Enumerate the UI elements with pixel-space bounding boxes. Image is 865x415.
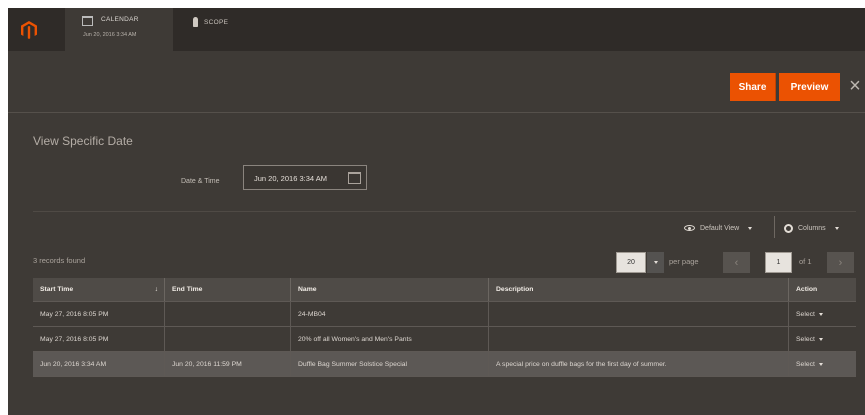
default-view-label: Default View — [700, 224, 740, 232]
toolbar-divider — [774, 216, 775, 238]
sort-arrow-icon: ↓ — [154, 286, 158, 293]
columns-label: Columns — [798, 224, 826, 232]
datetime-label: Date & Time — [181, 178, 220, 185]
close-icon[interactable]: × — [846, 76, 864, 96]
select-label: Select — [796, 360, 815, 368]
tab-scope[interactable]: SCOPE — [193, 17, 228, 27]
columns-dropdown[interactable]: Columns — [784, 218, 839, 238]
per-page-value[interactable]: 20 — [616, 252, 646, 273]
staging-preview-panel: CALENDAR Jun 20, 2016 3:34 AM SCOPE Shar… — [8, 8, 865, 415]
pin-icon — [193, 17, 198, 27]
cell-name: 20% off all Women's and Men's Pants — [291, 327, 489, 351]
column-end-time[interactable]: End Time — [165, 278, 291, 301]
page-number-input[interactable]: 1 — [765, 252, 792, 273]
calendar-picker-icon[interactable] — [348, 172, 361, 184]
datetime-input[interactable]: Jun 20, 2016 3:34 AM — [243, 165, 367, 190]
chevron-down-icon — [834, 226, 839, 230]
preview-button[interactable]: Preview — [779, 73, 840, 101]
default-view-dropdown[interactable]: Default View — [684, 218, 753, 238]
chevron-down-icon — [818, 362, 823, 366]
table-row: Jun 20, 2016 3:34 AM Jun 20, 2016 11:59 … — [33, 352, 856, 377]
top-bar: CALENDAR Jun 20, 2016 3:34 AM SCOPE — [8, 8, 865, 51]
tab-calendar-label: CALENDAR — [101, 16, 139, 23]
table-row: May 27, 2016 8:05 PM 20% off all Women's… — [33, 327, 856, 352]
divider — [33, 211, 856, 212]
cell-end-time — [165, 327, 291, 351]
gear-icon — [784, 223, 793, 233]
cell-name: 24-MB04 — [291, 302, 489, 326]
calendar-icon — [82, 16, 93, 26]
action-bar: Share Preview × — [8, 51, 865, 113]
cell-description: A special price on duffle bags for the f… — [489, 352, 789, 376]
share-button[interactable]: Share — [730, 73, 776, 101]
cell-start-time: Jun 20, 2016 3:34 AM — [33, 352, 165, 376]
column-description[interactable]: Description — [489, 278, 789, 301]
column-name[interactable]: Name — [291, 278, 489, 301]
cell-description — [489, 327, 789, 351]
tab-scope-label: SCOPE — [204, 18, 229, 26]
chevron-down-icon — [818, 337, 823, 341]
column-start-time[interactable]: Start Time ↓ — [33, 278, 165, 301]
next-page-button[interactable]: › — [827, 252, 854, 273]
page-total-label: of 1 — [799, 257, 812, 266]
table-row: May 27, 2016 8:05 PM 24-MB04 Select — [33, 302, 856, 327]
cell-start-time: May 27, 2016 8:05 PM — [33, 327, 165, 351]
table-header: Start Time ↓ End Time Name Description A… — [33, 278, 856, 302]
magento-logo-icon[interactable] — [8, 8, 50, 51]
section-title: View Specific Date — [33, 134, 133, 148]
chevron-down-icon — [818, 312, 823, 316]
previous-page-button[interactable]: ‹ — [723, 252, 750, 273]
tab-calendar-date: Jun 20, 2016 3:34 AM — [83, 32, 137, 38]
datetime-value: Jun 20, 2016 3:34 AM — [254, 174, 327, 183]
column-action: Action — [796, 286, 818, 293]
tab-calendar[interactable]: CALENDAR Jun 20, 2016 3:34 AM — [65, 8, 173, 51]
select-action-button[interactable]: Select — [789, 352, 856, 376]
per-page-label: per page — [669, 257, 699, 266]
chevron-down-icon — [653, 261, 658, 264]
chevron-down-icon — [748, 226, 753, 230]
cell-end-time: Jun 20, 2016 11:59 PM — [165, 352, 291, 376]
select-label: Select — [796, 310, 815, 318]
eye-icon — [684, 225, 695, 231]
cell-end-time — [165, 302, 291, 326]
select-action-button[interactable]: Select — [789, 302, 856, 326]
records-count: 3 records found — [33, 256, 86, 265]
updates-table: Start Time ↓ End Time Name Description A… — [33, 278, 856, 377]
select-label: Select — [796, 335, 815, 343]
select-action-button[interactable]: Select — [789, 327, 856, 351]
cell-start-time: May 27, 2016 8:05 PM — [33, 302, 165, 326]
cell-name: Duffle Bag Summer Solstice Special — [291, 352, 489, 376]
column-label: Start Time — [40, 286, 74, 293]
cell-description — [489, 302, 789, 326]
per-page-dropdown-button[interactable] — [647, 252, 664, 273]
